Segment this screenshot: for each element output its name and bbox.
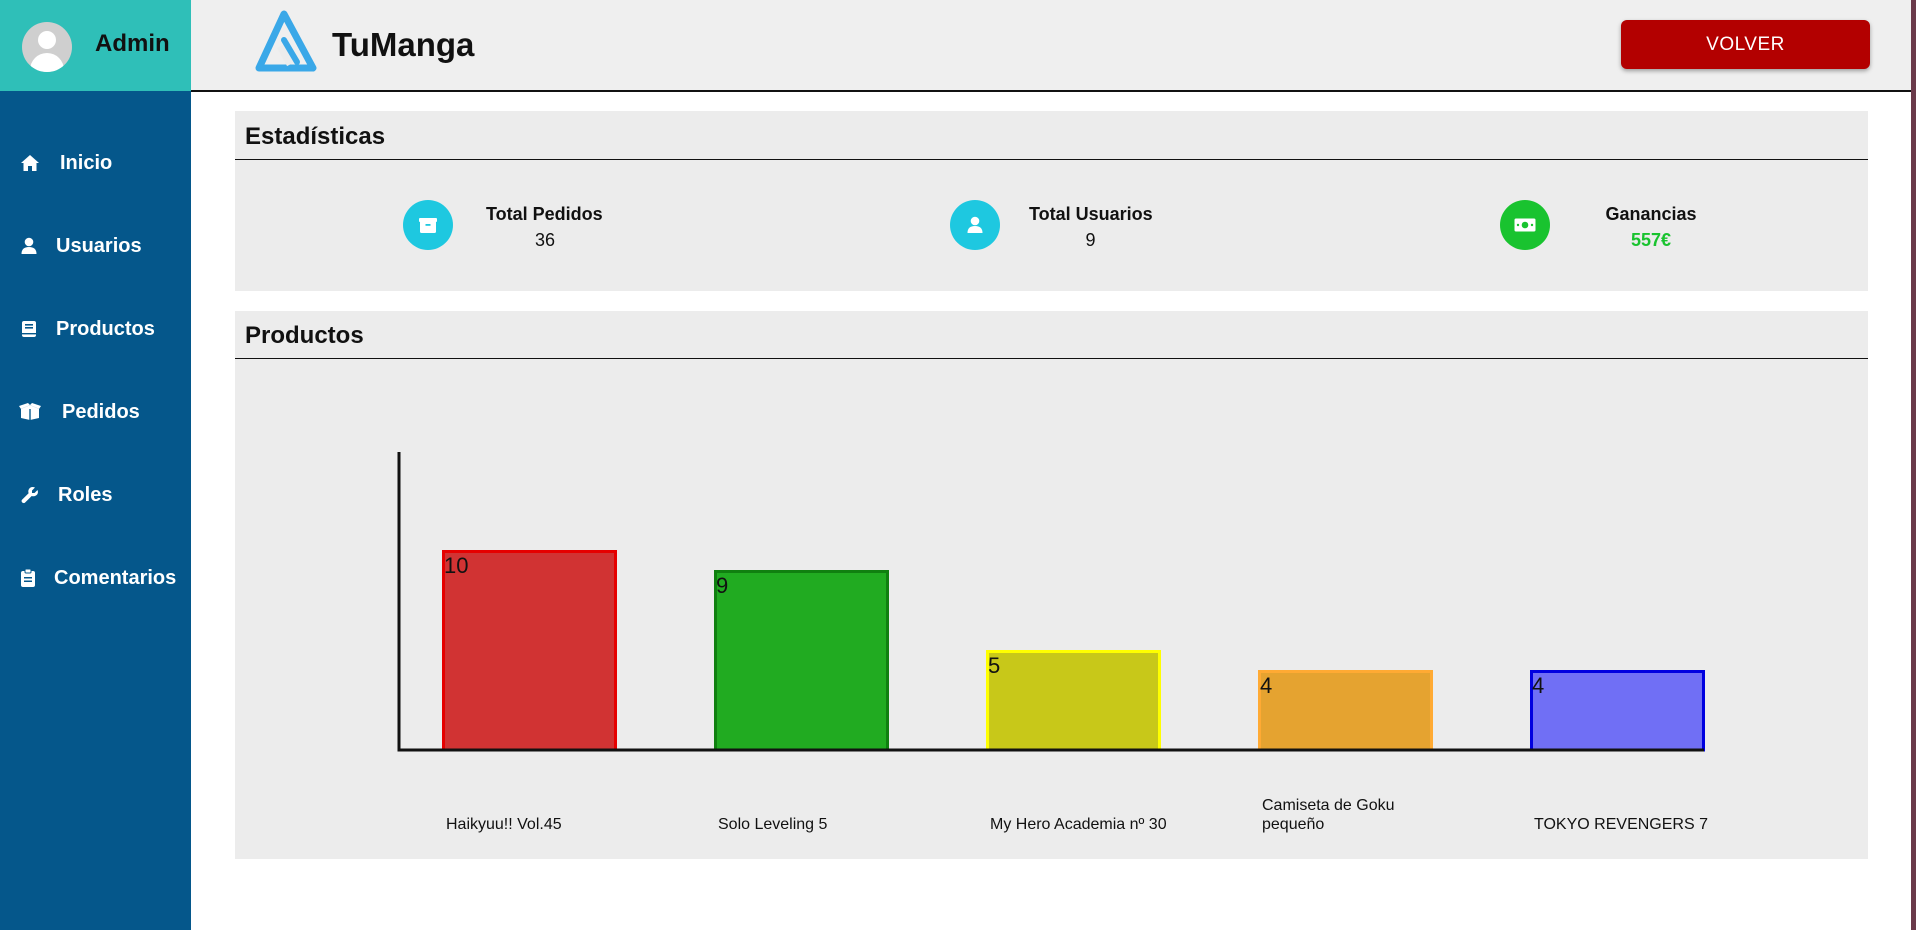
sidebar-item-productos[interactable]: Productos xyxy=(0,303,191,355)
sidebar-item-comentarios[interactable]: Comentarios xyxy=(0,552,191,604)
book-icon xyxy=(18,318,40,340)
chart-bar xyxy=(1258,670,1433,752)
chart-bar xyxy=(714,570,889,752)
sidebar: Admin Inicio Usuarios Productos Pedidos … xyxy=(0,0,191,930)
brand-name[interactable]: TuManga xyxy=(332,26,474,64)
stat-value: 36 xyxy=(534,230,556,250)
bar-value-label: 4 xyxy=(1532,673,1544,698)
wrench-icon xyxy=(19,484,41,506)
bar-value-label: 10 xyxy=(444,553,468,578)
sidebar-item-label: Comentarios xyxy=(54,566,177,589)
sidebar-item-label: Inicio xyxy=(60,151,113,174)
chart-bar xyxy=(986,650,1161,752)
sidebar-user-header: Admin xyxy=(0,0,191,91)
stat-value: 9 xyxy=(1085,230,1096,250)
back-button[interactable]: VOLVER xyxy=(1621,20,1870,69)
user-name: Admin xyxy=(95,30,170,57)
home-icon xyxy=(19,152,41,174)
window-edge xyxy=(1911,0,1916,930)
bar-value-label: 5 xyxy=(988,653,1000,678)
x-tick-label: TOKYO REVENGERS 7 xyxy=(1534,816,1708,833)
products-panel: Productos 10 9 5 4 4 Haikyuu!! Vol.45 Solo Le… xyxy=(235,311,1868,859)
sidebar-item-label: Usuarios xyxy=(56,234,142,257)
user-icon xyxy=(950,200,1000,250)
top-header: TuManga VOLVER xyxy=(191,0,1911,92)
sidebar-item-pedidos[interactable]: Pedidos xyxy=(0,386,191,438)
sidebar-item-label: Productos xyxy=(56,317,155,340)
chart-bar xyxy=(442,550,617,752)
box-icon xyxy=(19,401,41,423)
sidebar-item-usuarios[interactable]: Usuarios xyxy=(0,220,191,272)
avatar xyxy=(22,22,72,72)
stats-divider xyxy=(235,159,1868,160)
bar-value-label: 4 xyxy=(1260,673,1272,698)
stat-label: Ganancias xyxy=(1605,204,1697,224)
x-tick-label: Camiseta de Goku pequeño xyxy=(1262,797,1395,833)
stats-panel: Estadísticas Total Pedidos 36 Total Usua… xyxy=(235,111,1868,291)
stats-title: Estadísticas xyxy=(245,123,386,150)
stat-label: Total Usuarios xyxy=(1029,204,1153,224)
sidebar-item-label: Pedidos xyxy=(62,400,140,423)
chart-bar xyxy=(1530,670,1705,752)
clipboard-icon xyxy=(17,567,39,589)
sidebar-item-inicio[interactable]: Inicio xyxy=(0,137,191,189)
products-bar-chart: 10 9 5 4 4 xyxy=(397,452,1705,752)
earnings-value: 557€ xyxy=(1630,230,1672,250)
x-tick-label: Haikyuu!! Vol.45 xyxy=(446,816,562,833)
money-icon xyxy=(1500,200,1550,250)
sidebar-item-label: Roles xyxy=(58,483,113,506)
x-tick-label: My Hero Academia nº 30 xyxy=(990,816,1167,833)
box-icon xyxy=(403,200,453,250)
bar-value-label: 9 xyxy=(716,573,728,598)
user-icon xyxy=(18,235,40,257)
sidebar-item-roles[interactable]: Roles xyxy=(0,469,191,521)
stat-label: Total Pedidos xyxy=(486,204,603,224)
logo-icon[interactable] xyxy=(251,10,317,74)
x-tick-label: Solo Leveling 5 xyxy=(718,816,828,833)
